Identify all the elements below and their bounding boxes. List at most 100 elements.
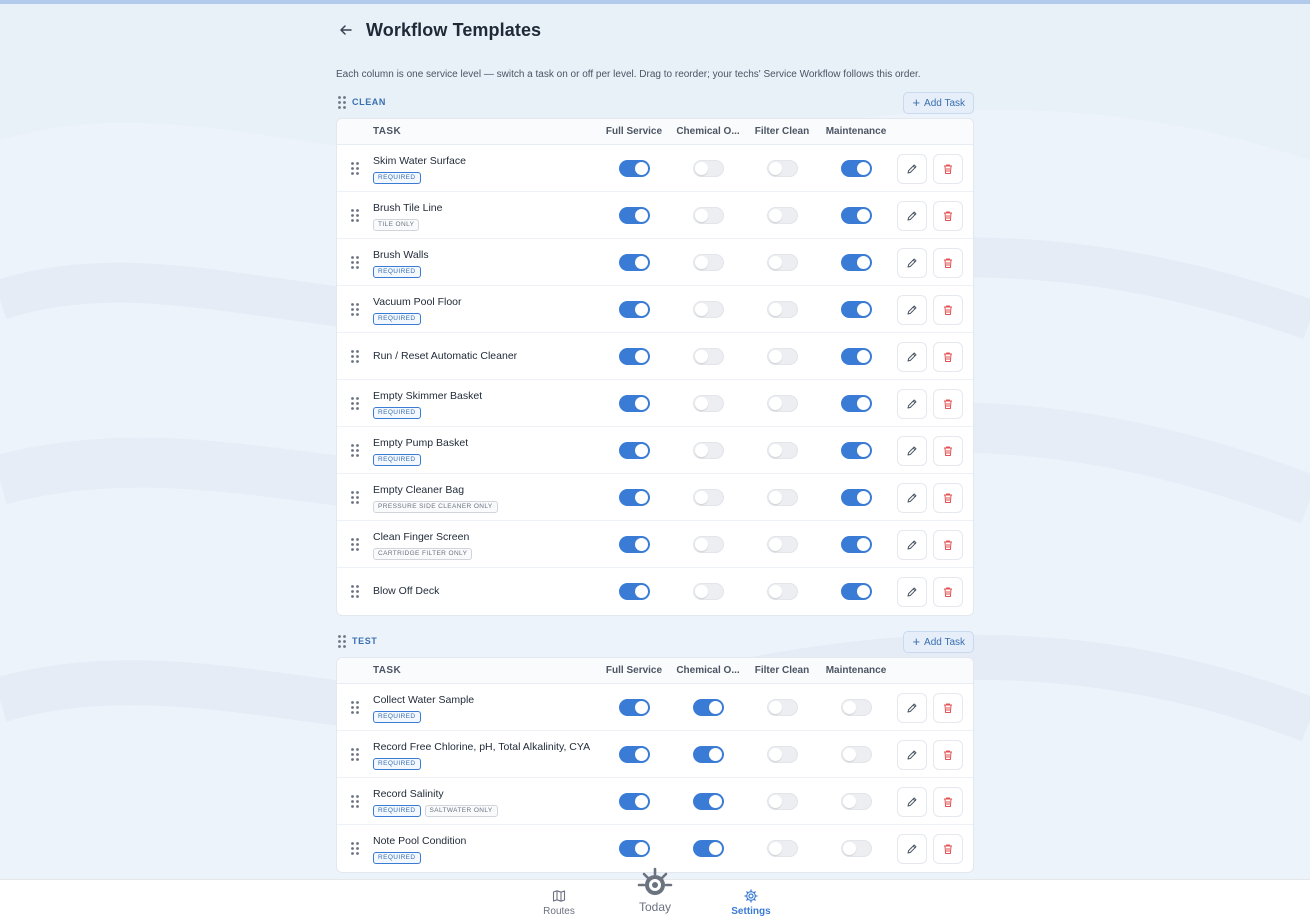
service-level-toggle[interactable] <box>841 301 872 318</box>
service-level-toggle[interactable] <box>841 840 872 857</box>
delete-task-button[interactable] <box>933 530 963 560</box>
service-level-toggle[interactable] <box>841 254 872 271</box>
row-drag-handle[interactable] <box>351 209 359 227</box>
delete-task-button[interactable] <box>933 740 963 770</box>
row-drag-handle[interactable] <box>351 795 359 813</box>
edit-task-button[interactable] <box>897 483 927 513</box>
row-drag-handle[interactable] <box>351 256 359 274</box>
row-drag-handle[interactable] <box>351 701 359 719</box>
service-level-toggle[interactable] <box>767 583 798 600</box>
edit-task-button[interactable] <box>897 342 927 372</box>
service-level-toggle[interactable] <box>693 160 724 177</box>
edit-task-button[interactable] <box>897 530 927 560</box>
edit-task-button[interactable] <box>897 389 927 419</box>
row-drag-handle[interactable] <box>351 303 359 321</box>
edit-task-button[interactable] <box>897 248 927 278</box>
delete-task-button[interactable] <box>933 201 963 231</box>
edit-task-button[interactable] <box>897 154 927 184</box>
service-level-toggle[interactable] <box>841 489 872 506</box>
section-drag-handle[interactable] <box>336 634 348 648</box>
service-level-toggle[interactable] <box>767 793 798 810</box>
service-level-toggle[interactable] <box>619 699 650 716</box>
edit-task-button[interactable] <box>897 834 927 864</box>
service-level-toggle[interactable] <box>619 536 650 553</box>
delete-task-button[interactable] <box>933 693 963 723</box>
row-drag-handle[interactable] <box>351 491 359 509</box>
service-level-toggle[interactable] <box>767 254 798 271</box>
delete-task-button[interactable] <box>933 248 963 278</box>
section-drag-handle[interactable] <box>336 95 348 109</box>
service-level-toggle[interactable] <box>619 840 650 857</box>
delete-task-button[interactable] <box>933 577 963 607</box>
service-level-toggle[interactable] <box>841 160 872 177</box>
service-level-toggle[interactable] <box>841 207 872 224</box>
service-level-toggle[interactable] <box>841 348 872 365</box>
delete-task-button[interactable] <box>933 483 963 513</box>
service-level-toggle[interactable] <box>693 489 724 506</box>
service-level-toggle[interactable] <box>693 699 724 716</box>
service-level-toggle[interactable] <box>693 301 724 318</box>
service-level-toggle[interactable] <box>693 395 724 412</box>
nav-today[interactable]: Today <box>625 866 685 914</box>
row-drag-handle[interactable] <box>351 350 359 368</box>
row-drag-handle[interactable] <box>351 748 359 766</box>
delete-task-button[interactable] <box>933 834 963 864</box>
service-level-toggle[interactable] <box>693 840 724 857</box>
service-level-toggle[interactable] <box>767 536 798 553</box>
service-level-toggle[interactable] <box>619 254 650 271</box>
service-level-toggle[interactable] <box>841 442 872 459</box>
row-drag-handle[interactable] <box>351 538 359 556</box>
service-level-toggle[interactable] <box>767 442 798 459</box>
service-level-toggle[interactable] <box>767 746 798 763</box>
service-level-toggle[interactable] <box>841 536 872 553</box>
edit-task-button[interactable] <box>897 787 927 817</box>
service-level-toggle[interactable] <box>841 746 872 763</box>
row-drag-handle[interactable] <box>351 585 359 603</box>
service-level-toggle[interactable] <box>841 583 872 600</box>
nav-routes[interactable]: Routes <box>540 880 578 924</box>
service-level-toggle[interactable] <box>841 699 872 716</box>
service-level-toggle[interactable] <box>619 207 650 224</box>
service-level-toggle[interactable] <box>767 348 798 365</box>
service-level-toggle[interactable] <box>619 301 650 318</box>
edit-task-button[interactable] <box>897 201 927 231</box>
edit-task-button[interactable] <box>897 295 927 325</box>
service-level-toggle[interactable] <box>619 746 650 763</box>
service-level-toggle[interactable] <box>619 160 650 177</box>
service-level-toggle[interactable] <box>841 793 872 810</box>
service-level-toggle[interactable] <box>693 442 724 459</box>
delete-task-button[interactable] <box>933 436 963 466</box>
add-task-button[interactable]: + Add Task <box>903 631 974 653</box>
service-level-toggle[interactable] <box>767 160 798 177</box>
nav-settings[interactable]: Settings <box>728 880 774 924</box>
service-level-toggle[interactable] <box>767 301 798 318</box>
service-level-toggle[interactable] <box>693 348 724 365</box>
service-level-toggle[interactable] <box>693 583 724 600</box>
delete-task-button[interactable] <box>933 389 963 419</box>
delete-task-button[interactable] <box>933 787 963 817</box>
edit-task-button[interactable] <box>897 577 927 607</box>
row-drag-handle[interactable] <box>351 162 359 180</box>
service-level-toggle[interactable] <box>619 442 650 459</box>
service-level-toggle[interactable] <box>767 489 798 506</box>
service-level-toggle[interactable] <box>693 207 724 224</box>
back-arrow-icon[interactable] <box>336 20 356 40</box>
delete-task-button[interactable] <box>933 154 963 184</box>
service-level-toggle[interactable] <box>767 395 798 412</box>
delete-task-button[interactable] <box>933 295 963 325</box>
service-level-toggle[interactable] <box>619 793 650 810</box>
delete-task-button[interactable] <box>933 342 963 372</box>
service-level-toggle[interactable] <box>841 395 872 412</box>
service-level-toggle[interactable] <box>619 489 650 506</box>
row-drag-handle[interactable] <box>351 842 359 860</box>
service-level-toggle[interactable] <box>693 254 724 271</box>
edit-task-button[interactable] <box>897 693 927 723</box>
service-level-toggle[interactable] <box>693 536 724 553</box>
service-level-toggle[interactable] <box>693 746 724 763</box>
edit-task-button[interactable] <box>897 740 927 770</box>
service-level-toggle[interactable] <box>693 793 724 810</box>
service-level-toggle[interactable] <box>619 583 650 600</box>
add-task-button[interactable]: + Add Task <box>903 92 974 114</box>
service-level-toggle[interactable] <box>619 395 650 412</box>
service-level-toggle[interactable] <box>767 840 798 857</box>
